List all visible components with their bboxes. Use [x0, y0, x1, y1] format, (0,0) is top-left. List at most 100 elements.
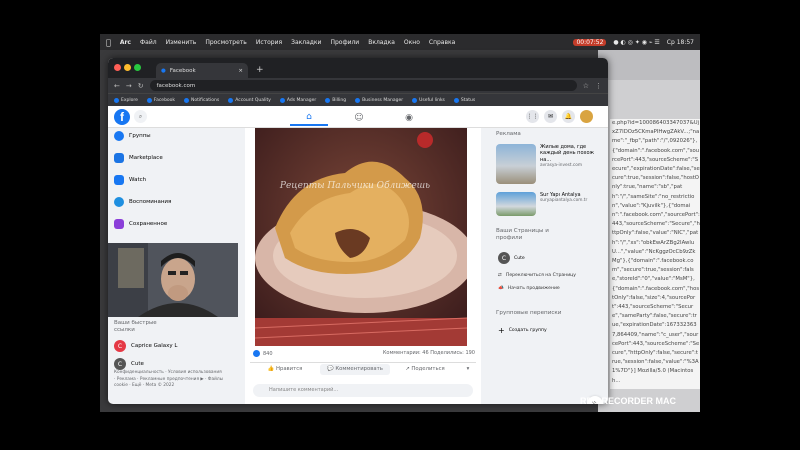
- star-icon[interactable]: ☆: [583, 82, 589, 90]
- marketplace-icon: [114, 153, 124, 163]
- tab-close-icon[interactable]: ×: [238, 68, 243, 74]
- tab-bar: ● Facebook × +: [108, 58, 608, 78]
- feed-post: Рецепты Пальчики Оближешь 840 Комментари…: [245, 128, 481, 404]
- reactions-bar: 840 Комментарии: 46 Поделились: 190: [253, 350, 475, 357]
- bookmark-useful-links[interactable]: Useful links: [412, 97, 445, 103]
- watch-icon: [114, 175, 124, 185]
- left-sidebar: Группы Marketplace Watch Воспоминания Со…: [108, 128, 238, 404]
- ad-thumbnail: [496, 144, 536, 184]
- page-avatar: C: [498, 252, 510, 264]
- ad-item[interactable]: Sur Yapı Antalya suryapiantalya.com.tr: [496, 192, 587, 216]
- groups-nav-icon[interactable]: ◉: [390, 109, 428, 126]
- tab-facebook[interactable]: ● Facebook ×: [156, 63, 248, 78]
- plus-icon: +: [498, 326, 505, 335]
- share-button[interactable]: ↗ Поделиться: [390, 366, 460, 372]
- ad-item[interactable]: Жилые дома, где каждый день похож на... a…: [496, 144, 600, 184]
- comments-shares-count[interactable]: Комментарии: 46 Поделились: 190: [383, 350, 475, 357]
- notifications-icon[interactable]: 🔔: [562, 110, 575, 123]
- cookie-text-panel: e.php?id=100086403347037&UjxZ7IDOz5CKmaP…: [610, 119, 700, 389]
- bookmark-status[interactable]: Status: [453, 97, 475, 103]
- new-tab-button[interactable]: +: [256, 65, 264, 75]
- megaphone-icon: 📣: [498, 286, 504, 291]
- group-chats-title: Групповые переписки: [496, 310, 562, 316]
- menu-item-tab[interactable]: Вкладка: [368, 39, 395, 46]
- avatar[interactable]: [580, 110, 593, 123]
- groups-icon: [114, 131, 124, 141]
- messenger-icon[interactable]: ✉: [544, 110, 557, 123]
- status-icons[interactable]: ● ◐ ◎ ✦ ◉ ⌁ ☰: [613, 39, 659, 46]
- menu-item-history[interactable]: История: [256, 39, 282, 46]
- sidebar-item-marketplace[interactable]: Marketplace: [114, 153, 163, 163]
- bookmark-account-quality[interactable]: Account Quality: [228, 97, 271, 103]
- bookmarks-bar: Explore Facebook Notifications Account Q…: [108, 93, 608, 106]
- bookmark-explore[interactable]: Explore: [114, 97, 138, 103]
- home-icon[interactable]: ⌂: [290, 109, 328, 126]
- menu-item-profiles[interactable]: Профили: [330, 39, 359, 46]
- address-toolbar: ← → ↻ facebook.com ☆ ⋮: [108, 78, 608, 93]
- tab-title: Facebook: [169, 67, 196, 74]
- menubar-clock[interactable]: Ср 18:57: [667, 39, 694, 46]
- extensions-icon[interactable]: ⋮: [595, 82, 602, 90]
- footer-links[interactable]: Конфиденциальность · Условия использован…: [114, 370, 224, 390]
- bookmark-billing[interactable]: Billing: [325, 97, 346, 103]
- menu-item-bookmarks[interactable]: Закладки: [291, 39, 321, 46]
- sidebar-item-watch[interactable]: Watch: [114, 175, 146, 185]
- back-icon[interactable]: ←: [114, 82, 120, 90]
- close-window-button[interactable]: [114, 64, 121, 71]
- menu-item-file[interactable]: Файл: [140, 39, 157, 46]
- comment-button[interactable]: 💬 Комментировать: [320, 363, 390, 375]
- reaction-chevron-icon[interactable]: ▾: [460, 366, 476, 372]
- menu-item-help[interactable]: Справка: [429, 39, 455, 46]
- bookmark-notifications[interactable]: Notifications: [184, 97, 219, 103]
- apple-icon[interactable]: : [106, 38, 111, 47]
- menu-app-name[interactable]: Arc: [120, 39, 131, 46]
- url-text: facebook.com: [156, 82, 196, 89]
- sidebar-item-saved[interactable]: Сохраненное: [114, 219, 167, 229]
- like-button[interactable]: 👍 Нравится: [250, 366, 320, 372]
- sidebar-item-memories[interactable]: Воспоминания: [114, 197, 171, 207]
- switch-page-button[interactable]: ⇄ Переключиться на Страницу: [498, 273, 576, 278]
- post-actions: 👍 Нравится 💬 Комментировать ↗ Поделиться…: [250, 362, 476, 375]
- saved-icon: [114, 219, 124, 229]
- shortcut-avatar: C: [114, 358, 126, 370]
- webcam-person-image: [108, 243, 238, 317]
- menu-item-window[interactable]: Окно: [404, 39, 420, 46]
- menu-item-view[interactable]: Просмотреть: [205, 39, 247, 46]
- ads-title: Реклама: [496, 131, 521, 137]
- facebook-logo[interactable]: f: [114, 108, 130, 125]
- shortcuts-title: Ваши быстрые ссылки: [114, 320, 157, 333]
- food-image: Рецепты Пальчики Оближешь: [255, 128, 467, 346]
- create-group-button[interactable]: + Создать группу: [498, 326, 547, 335]
- search-icon[interactable]: ⌕: [134, 110, 147, 123]
- right-sidebar: Реклама Жилые дома, где каждый день похо…: [488, 128, 600, 404]
- bookmark-ads-manager[interactable]: Ads Manager: [279, 97, 316, 103]
- page-cute[interactable]: C Cute: [498, 252, 525, 264]
- recording-timer[interactable]: 00:07:52: [573, 38, 607, 46]
- shortcut-cute[interactable]: C Cute: [114, 358, 144, 370]
- zoom-window-button[interactable]: [134, 64, 141, 71]
- address-bar[interactable]: facebook.com: [149, 80, 577, 91]
- recorder-watermark: REC RECORDER MAC: [580, 396, 677, 406]
- sidebar-item-groups[interactable]: Группы: [114, 131, 151, 141]
- menu-grid-icon[interactable]: ⋮⋮: [526, 110, 539, 123]
- bookmark-business-manager[interactable]: Business Manager: [355, 97, 403, 103]
- post-photo[interactable]: Рецепты Пальчики Оближешь: [255, 128, 467, 346]
- watermark-text: Рецепты Пальчики Оближешь: [279, 180, 430, 191]
- minimize-window-button[interactable]: [124, 64, 131, 71]
- desktop:  Arc Файл Изменить Просмотреть История …: [100, 34, 700, 412]
- facebook-favicon-icon: ●: [161, 67, 166, 74]
- reload-icon[interactable]: ↻: [138, 82, 144, 90]
- reactions-count[interactable]: 840: [253, 350, 273, 357]
- shortcut-avatar: C: [114, 340, 126, 352]
- browser-window: ● Facebook × + ← → ↻ facebook.com ☆ ⋮ Ex…: [108, 58, 608, 404]
- forward-icon[interactable]: →: [126, 82, 132, 90]
- comment-input[interactable]: Напишите комментарий...: [253, 384, 473, 397]
- shortcut-caprice[interactable]: C Caprice Galaxy L: [114, 340, 178, 352]
- promote-button[interactable]: 📣 Начать продвижение: [498, 286, 560, 291]
- switch-icon: ⇄: [498, 273, 502, 278]
- bookmark-facebook[interactable]: Facebook: [146, 97, 175, 103]
- friends-icon[interactable]: ☺: [340, 109, 378, 126]
- webcam-overlay: [108, 243, 238, 317]
- mac-menubar:  Arc Файл Изменить Просмотреть История …: [100, 34, 700, 50]
- menu-item-edit[interactable]: Изменить: [166, 39, 197, 46]
